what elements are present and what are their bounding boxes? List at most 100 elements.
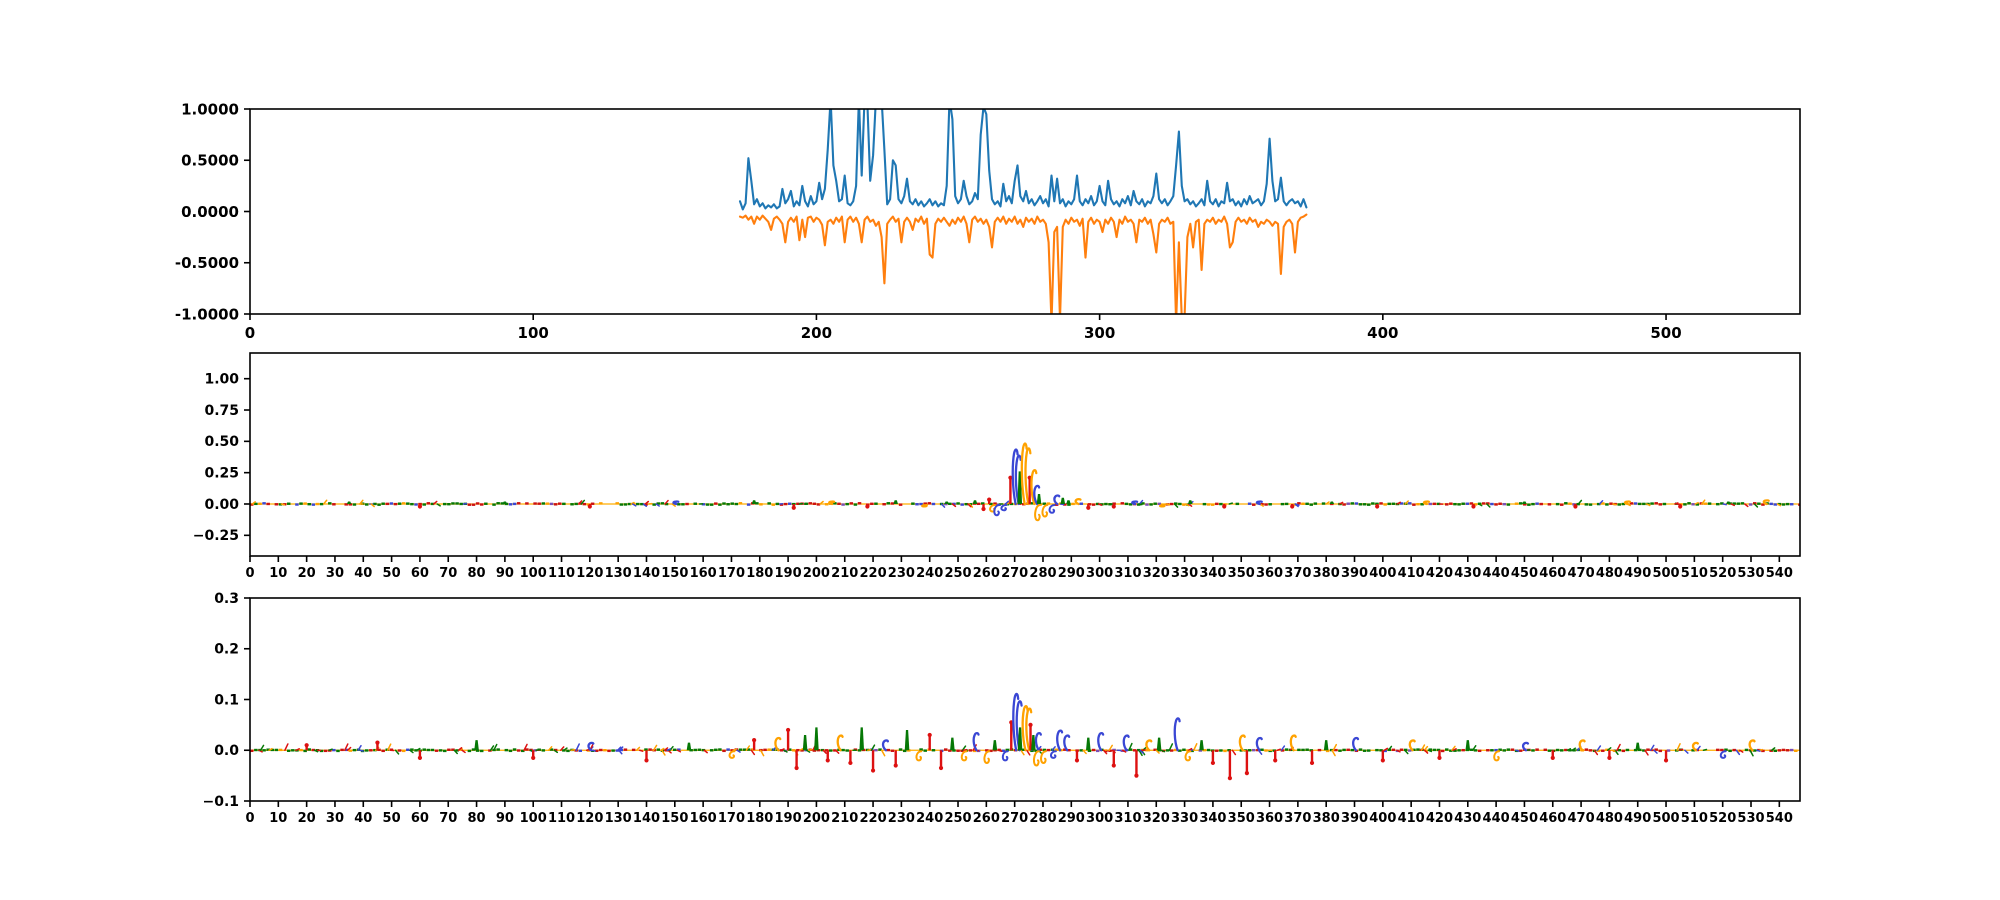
band-dash [1559, 503, 1564, 506]
feature-hook [1034, 503, 1042, 522]
x-tick-label: 420 [1426, 566, 1453, 581]
band-dash [1120, 502, 1125, 505]
feature-bar [944, 501, 949, 504]
feature-pin-head [1550, 755, 1555, 760]
band-dash [393, 502, 398, 506]
band-dash [451, 502, 455, 505]
feature-bar [893, 500, 899, 504]
feature-pin-head [417, 504, 423, 509]
band-dash [1584, 748, 1589, 751]
band-dash [1506, 503, 1511, 506]
band-dash [430, 748, 435, 752]
band-dash [1104, 502, 1108, 506]
band-dash [562, 502, 566, 506]
x-tick-label: 400 [1367, 324, 1398, 342]
y-tick-label: 0.0 [214, 743, 239, 759]
band-dash [1650, 502, 1654, 505]
x-tick-label: 330 [1171, 811, 1198, 826]
x-tick-label: 390 [1341, 566, 1368, 581]
micro-stroke [570, 748, 576, 751]
x-tick-label: 60 [411, 811, 429, 826]
band-dash [1317, 748, 1322, 752]
band-dash [1091, 748, 1096, 752]
x-tick-label: 160 [690, 811, 717, 826]
feature-hook [1041, 503, 1049, 518]
band-dash [1518, 502, 1523, 505]
band-dash [1251, 503, 1256, 506]
feature-pin-head [304, 743, 309, 748]
band-dash [771, 503, 776, 506]
band-dash [1408, 502, 1412, 505]
band-dash [328, 502, 332, 505]
feature-hook [1184, 750, 1192, 762]
x-tick-label: 0 [245, 811, 254, 826]
band-dash [447, 748, 451, 751]
x-tick-label: 160 [690, 566, 717, 581]
band-dash [447, 502, 451, 506]
band-dash [1658, 503, 1663, 506]
feature-pin-head [1678, 504, 1683, 509]
micro-stroke [997, 749, 1003, 753]
band-dash [438, 749, 443, 752]
band-dash [475, 502, 480, 505]
x-tick-label: 460 [1539, 566, 1566, 581]
band-dash [722, 502, 726, 505]
micro-stroke [1097, 503, 1103, 506]
x-tick-label: 230 [888, 566, 915, 581]
band-dash [1313, 502, 1318, 505]
x-tick-label: 180 [746, 566, 773, 581]
band-dash [401, 502, 406, 505]
feature-pin-head [938, 765, 944, 771]
band-dash [1280, 502, 1285, 506]
x-tick-label: 440 [1483, 566, 1510, 581]
band-dash [1498, 502, 1502, 505]
band-dash [311, 503, 316, 506]
x-tick-label: 320 [1143, 811, 1170, 826]
x-tick-label: 420 [1426, 811, 1453, 826]
band-dash [652, 503, 656, 506]
feature-bar [1522, 501, 1527, 504]
feature-pin-head [587, 504, 592, 509]
micro-stroke [1611, 749, 1616, 752]
x-tick-label: 480 [1596, 566, 1623, 581]
band-dash [623, 503, 628, 506]
series-line-negative-trace [738, 213, 1308, 314]
x-tick-label: 60 [411, 566, 429, 581]
x-tick-label: 150 [661, 811, 688, 826]
band-dash [1781, 503, 1786, 506]
band-dash [1247, 749, 1252, 752]
x-tick-label: 190 [775, 566, 802, 581]
feature-pin-head [1607, 755, 1612, 760]
feature-stroke [1289, 734, 1297, 752]
band-dash [886, 502, 891, 505]
band-dash [286, 749, 291, 752]
x-tick-label: 300 [1086, 811, 1113, 826]
feature-bar [1635, 742, 1641, 751]
x-tick-label: 130 [605, 811, 632, 826]
x-tick-label: 70 [439, 566, 457, 581]
band-dash [1416, 503, 1420, 506]
band-dash [714, 748, 718, 752]
x-tick-label: 370 [1284, 811, 1311, 826]
feature-pin-head [644, 758, 649, 763]
band-dash [1662, 502, 1667, 506]
feature-bar [992, 740, 998, 751]
x-tick-label: 350 [1228, 811, 1255, 826]
band-dash [1268, 503, 1272, 506]
micro-stroke [535, 748, 540, 751]
x-tick-label: 120 [576, 811, 603, 826]
x-tick-label: 100 [518, 324, 549, 342]
band-dash [397, 502, 402, 505]
band-dash [1588, 749, 1593, 752]
band-dash [898, 503, 903, 506]
x-tick-label: 90 [496, 566, 514, 581]
band-dash [767, 502, 771, 505]
feature-pin-head [1111, 504, 1116, 509]
band-dash [1609, 502, 1613, 505]
band-dash [1457, 503, 1461, 506]
band-dash [763, 748, 767, 752]
x-tick-label: 440 [1483, 811, 1510, 826]
band-dash [1625, 748, 1630, 752]
x-tick-label: 10 [269, 566, 287, 581]
band-dash [496, 748, 500, 751]
